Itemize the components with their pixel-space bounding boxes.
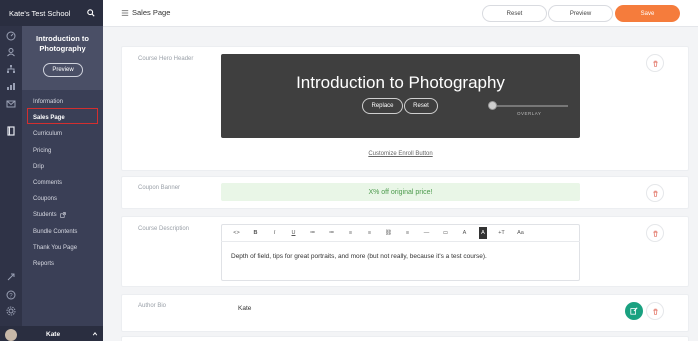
rocket-icon[interactable]: [6, 272, 16, 282]
italic-button[interactable]: I: [265, 227, 284, 239]
indent-button[interactable]: ≡: [341, 227, 360, 239]
edit-icon: [630, 307, 638, 315]
sidebar-item-students[interactable]: Students: [22, 207, 103, 223]
book-icon[interactable]: [6, 126, 16, 136]
bulleted-list-button[interactable]: ≔: [303, 227, 322, 239]
delete-description-button[interactable]: [646, 224, 664, 242]
outdent-button[interactable]: ≡: [360, 227, 379, 239]
active-item-highlight: [27, 108, 98, 124]
next-section-card: [121, 336, 689, 341]
sitemap-icon[interactable]: [6, 64, 16, 74]
section-label: Author Bio: [138, 303, 167, 309]
sidebar-item-label: Students: [33, 212, 57, 219]
author-name: Kate: [238, 305, 252, 312]
mail-icon[interactable]: [6, 99, 16, 109]
author-bio-card: [121, 294, 689, 332]
reset-image-button[interactable]: Reset: [404, 98, 438, 114]
section-label: Course Description: [138, 226, 190, 232]
user-name[interactable]: Kate: [46, 331, 60, 338]
coupon-banner[interactable]: X% off original price!: [221, 183, 580, 201]
edit-author-button[interactable]: [625, 302, 643, 320]
section-label: Course Hero Header: [138, 56, 194, 62]
customize-enroll-link[interactable]: Customize Enroll Button: [221, 151, 580, 157]
code-view-button[interactable]: <>: [227, 227, 246, 239]
font-style-button[interactable]: Aa: [511, 227, 530, 239]
avatar[interactable]: [5, 329, 17, 341]
sales-icon[interactable]: [6, 81, 16, 91]
trash-icon: [652, 308, 658, 315]
hero-title: Introduction to Photography: [296, 73, 505, 92]
save-button[interactable]: Save: [615, 5, 680, 22]
description-text[interactable]: Depth of field, tips for great portraits…: [231, 253, 487, 260]
hero-image: [221, 54, 580, 138]
overlay-slider-handle[interactable]: [488, 101, 497, 110]
page-title: Sales Page: [132, 8, 171, 17]
external-link-icon: [59, 212, 66, 219]
delete-hero-button[interactable]: [646, 54, 664, 72]
bold-button[interactable]: B: [246, 227, 265, 239]
underline-button[interactable]: U: [284, 227, 303, 239]
background-color-button[interactable]: A: [479, 226, 487, 239]
trash-icon: [652, 190, 658, 197]
trash-icon: [652, 60, 658, 67]
help-icon[interactable]: ?: [6, 290, 16, 300]
sidebar-item-bundle-contents[interactable]: Bundle Contents: [22, 224, 103, 240]
settings-icon[interactable]: [6, 306, 16, 316]
replace-image-button[interactable]: Replace: [362, 98, 403, 114]
image-button[interactable]: ▭: [436, 227, 455, 239]
overlay-slider-track[interactable]: [490, 105, 568, 107]
dashboard-icon[interactable]: [6, 31, 16, 41]
trash-icon: [652, 230, 658, 237]
delete-author-button[interactable]: [646, 302, 664, 320]
section-label: Coupon Banner: [138, 185, 181, 191]
page-menu-icon: [121, 10, 129, 16]
numbered-list-button[interactable]: ≔: [322, 227, 341, 239]
sidebar-item-coupons[interactable]: Coupons: [22, 191, 103, 207]
sidebar-item-comments[interactable]: Comments: [22, 175, 103, 191]
school-name[interactable]: Kate's Test School: [9, 9, 70, 18]
align-button[interactable]: ≡: [398, 227, 417, 239]
font-size-button[interactable]: +T: [492, 227, 511, 239]
link-button[interactable]: ⛓: [379, 227, 398, 239]
sidebar-item-drip[interactable]: Drip: [22, 159, 103, 175]
horizontal-rule-button[interactable]: —: [417, 227, 436, 239]
users-icon[interactable]: [6, 47, 16, 57]
sidebar-item-curriculum[interactable]: Curriculum: [22, 126, 103, 142]
sidebar-item-pricing[interactable]: Pricing: [22, 143, 103, 159]
sidebar-item-thank-you-page[interactable]: Thank You Page: [22, 240, 103, 256]
reset-button[interactable]: Reset: [482, 5, 547, 22]
overlay-label: OVERLAY: [517, 111, 542, 116]
editor-toolbar: <> B I U ≔ ≔ ≡ ≡ ⛓ ≡ — ▭ A A +T Aa: [221, 224, 580, 242]
sidebar-item-reports[interactable]: Reports: [22, 256, 103, 272]
chevron-up-icon[interactable]: [92, 331, 98, 337]
preview-button[interactable]: Preview: [548, 5, 613, 22]
course-title: Introduction to Photography: [36, 34, 89, 53]
delete-coupon-button[interactable]: [646, 184, 664, 202]
search-icon[interactable]: [87, 9, 95, 17]
school-header: Kate's Test School: [0, 0, 103, 26]
text-color-button[interactable]: A: [455, 227, 474, 239]
course-preview-button[interactable]: Preview: [43, 63, 83, 77]
